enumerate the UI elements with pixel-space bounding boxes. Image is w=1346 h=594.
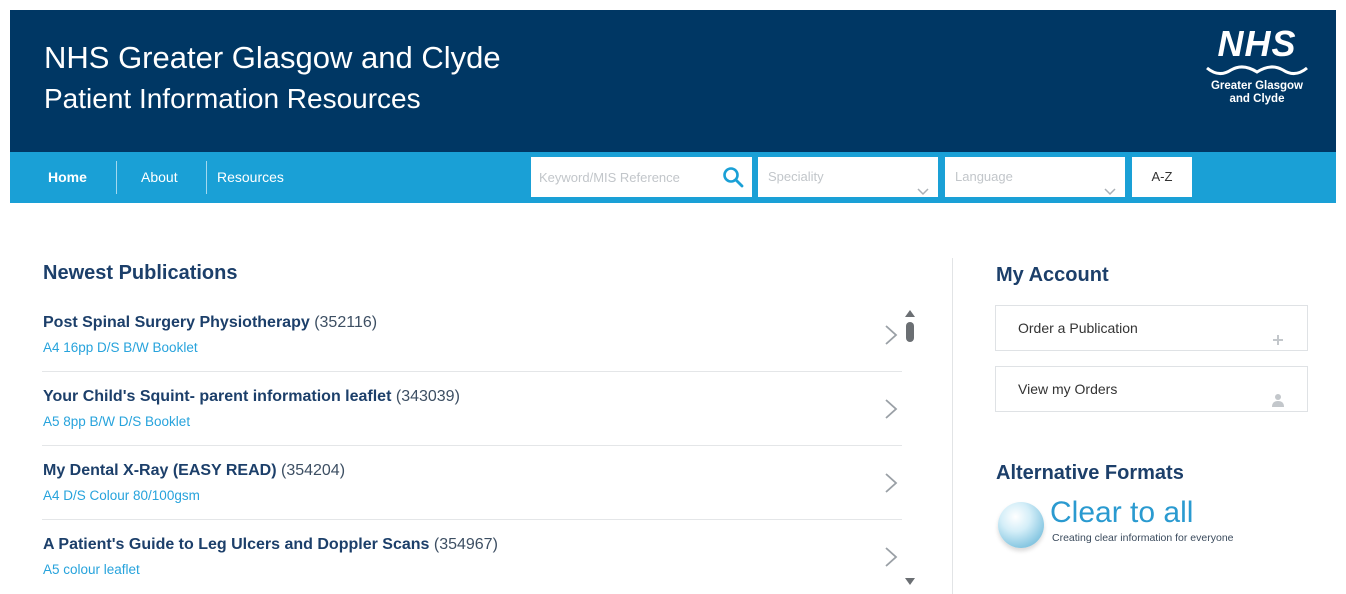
search-input[interactable] xyxy=(531,157,711,197)
publication-title[interactable]: Post Spinal Surgery Physiotherapy xyxy=(43,314,310,331)
my-account-heading: My Account xyxy=(996,264,1109,286)
search-icon[interactable] xyxy=(722,166,744,193)
publication-detail: A4 16pp D/S B/W Booklet xyxy=(43,340,198,355)
language-placeholder: Language xyxy=(955,169,1013,184)
publication-ref: (343039) xyxy=(395,388,460,405)
publications-list: Post Spinal Surgery Physiotherapy (35211… xyxy=(42,300,922,592)
column-divider xyxy=(952,258,953,594)
nav-about[interactable]: About xyxy=(141,152,178,203)
nav-resources[interactable]: Resources xyxy=(217,152,284,203)
globe-icon xyxy=(998,502,1044,548)
list-item[interactable]: A Patient's Guide to Leg Ulcers and Dopp… xyxy=(42,522,902,594)
language-select[interactable]: Language xyxy=(945,157,1125,197)
chevron-right-icon[interactable] xyxy=(884,324,898,351)
newest-publications-heading: Newest Publications xyxy=(43,262,238,284)
clear-to-all-tagline: Creating clear information for everyone xyxy=(1052,532,1234,544)
user-icon xyxy=(1271,381,1285,425)
site-title: NHS Greater Glasgow and Clyde xyxy=(44,40,501,75)
logo-line2: and Clyde xyxy=(1229,93,1285,105)
speciality-placeholder: Speciality xyxy=(768,169,824,184)
main-nav: Home About Resources Speciality Language… xyxy=(10,152,1336,203)
chevron-right-icon[interactable] xyxy=(884,472,898,499)
publication-ref: (354204) xyxy=(280,462,346,479)
order-publication-button[interactable]: Order a Publication xyxy=(995,305,1308,351)
nav-separator xyxy=(206,161,207,194)
scroll-up-icon[interactable] xyxy=(905,304,915,322)
chevron-right-icon[interactable] xyxy=(884,398,898,425)
scrollbar-thumb[interactable] xyxy=(906,322,914,342)
nhs-wordmark: NHS xyxy=(1217,23,1297,64)
publication-detail: A4 D/S Colour 80/100gsm xyxy=(43,488,200,503)
chevron-down-icon xyxy=(917,172,929,212)
publication-title[interactable]: My Dental X-Ray (EASY READ) xyxy=(43,462,277,479)
logo-wave-icon xyxy=(1206,65,1308,75)
view-orders-button[interactable]: View my Orders xyxy=(995,366,1308,412)
speciality-select[interactable]: Speciality xyxy=(758,157,938,197)
az-button[interactable]: A-Z xyxy=(1132,157,1192,197)
site-header: NHS Greater Glasgow and Clyde Patient In… xyxy=(10,10,1336,152)
chevron-down-icon xyxy=(1104,172,1116,212)
search-box xyxy=(531,157,752,197)
publication-detail: A5 colour leaflet xyxy=(43,562,140,577)
publication-title[interactable]: A Patient's Guide to Leg Ulcers and Dopp… xyxy=(43,536,429,553)
clear-to-all-brand: Clear to all xyxy=(1050,496,1194,529)
publication-title[interactable]: Your Child's Squint- parent information … xyxy=(43,388,391,405)
scroll-down-icon[interactable] xyxy=(905,572,915,590)
order-publication-label: Order a Publication xyxy=(1018,320,1138,336)
logo-line1: Greater Glasgow xyxy=(1210,80,1304,92)
list-item[interactable]: My Dental X-Ray (EASY READ) (354204) A4 … xyxy=(42,448,902,520)
publication-ref: (354967) xyxy=(433,536,498,553)
publications-scrollbar[interactable] xyxy=(902,300,918,590)
publication-detail: A5 8pp B/W D/S Booklet xyxy=(43,414,191,429)
nhs-logo[interactable]: NHS Greater Glasgow and Clyde xyxy=(1196,24,1318,124)
list-item[interactable]: Post Spinal Surgery Physiotherapy (35211… xyxy=(42,300,902,372)
view-orders-label: View my Orders xyxy=(1018,381,1118,397)
nav-separator xyxy=(116,161,117,194)
site-subtitle: Patient Information Resources xyxy=(44,83,421,114)
alternative-formats-heading: Alternative Formats xyxy=(996,462,1184,484)
publication-ref: (352116) xyxy=(314,314,378,331)
clear-to-all-link[interactable]: Clear to all Creating clear information … xyxy=(996,496,1266,554)
nav-home[interactable]: Home xyxy=(48,152,87,203)
plus-icon xyxy=(1271,320,1285,364)
list-item[interactable]: Your Child's Squint- parent information … xyxy=(42,374,902,446)
chevron-right-icon[interactable] xyxy=(884,546,898,573)
